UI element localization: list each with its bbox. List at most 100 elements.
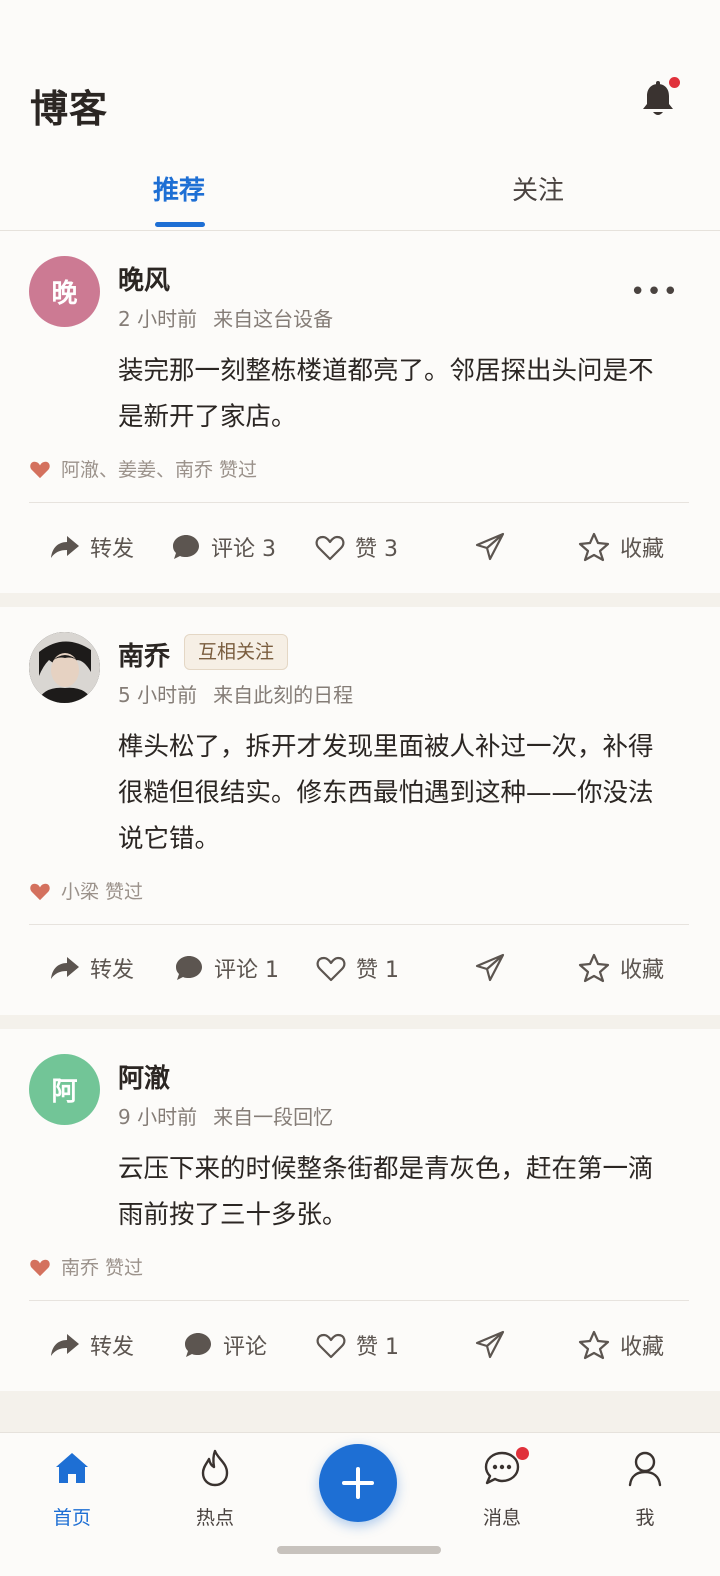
repost-button[interactable]: 转发 [50,527,134,567]
home-indicator[interactable] [277,1546,441,1554]
like-label: 赞 3 [355,537,398,562]
like-button[interactable]: 赞 1 [316,1325,399,1365]
post-content: 云压下来的时候整条街都是青灰色，赶在第一滴雨前按了三十多张。 [118,1154,654,1230]
author-name[interactable]: 晚风 [118,260,170,297]
nav-profile[interactable]: 我 [600,1447,690,1530]
star-outline-icon [578,953,610,983]
heart-outline-icon [316,1333,346,1359]
comment-bubble-icon [173,535,199,559]
favorite-button[interactable]: 收藏 [578,527,664,567]
share-button[interactable] [474,527,516,567]
nav-trending[interactable]: 热点 [170,1447,260,1530]
post-card[interactable]: 阿 阿澈 9 小时前 来自一段回忆 云压下来的时候整条街都是青灰色，赶在第一滴雨前… [0,1029,720,1391]
author-name[interactable]: 阿澈 [118,1058,170,1095]
user-icon [628,1451,662,1487]
post-time: 9 小时前 [118,1105,198,1129]
send-icon [475,1330,505,1359]
active-tab-indicator [155,222,205,227]
post-card[interactable]: 南乔 互相关注 5 小时前 来自此刻的日程 榫头松了，拆开才发现里面被人补过一次，… [0,607,720,1015]
comment-bubble-icon [176,956,202,980]
post-content: 装完那一刻整栋楼道都亮了。邻居探出头问是不是新开了家店。 [118,356,654,432]
favorite-label: 收藏 [620,537,665,562]
page-title: 博客 [30,87,109,131]
comment-label: 评论 3 [211,537,276,562]
more-options-icon[interactable]: ••• [630,277,679,307]
send-icon [475,953,505,982]
post-card[interactable]: 晚 晚风 2 小时前 来自这台设备 ••• 装完那一刻整栋楼道都亮了。邻居探出头问… [0,231,720,593]
profile-photo-icon [29,632,100,703]
avatar[interactable] [29,632,100,703]
divider [29,924,689,925]
post-time: 2 小时前 [118,307,198,331]
post-source: 来自一段回忆 [213,1105,334,1129]
messages-badge [515,1446,530,1461]
post-meta: 5 小时前 来自此刻的日程 [118,679,353,708]
liked-by-text: 小梁 赞过 [61,881,144,903]
tab-following[interactable]: 关注 [478,170,598,207]
mutual-follow-badge: 互相关注 [184,634,289,670]
nav-home[interactable]: 首页 [27,1447,117,1530]
like-button[interactable]: 赞 1 [316,948,399,988]
heart-filled-icon [30,883,50,900]
like-label: 赞 1 [356,1335,399,1360]
star-outline-icon [578,1330,610,1360]
repost-label: 转发 [90,958,135,983]
avatar[interactable]: 晚 [29,256,100,327]
repost-button[interactable]: 转发 [50,948,134,988]
liked-by-text: 阿澈、姜姜、南乔 赞过 [61,459,258,481]
nav-messages[interactable]: 消息 [457,1447,547,1530]
repost-arrow-icon [51,536,79,558]
favorite-label: 收藏 [620,958,665,983]
bottom-nav: 首页 热点 消息 我 [0,1432,720,1576]
post-content: 榫头松了，拆开才发现里面被人补过一次，补得很糙但很结实。修东西最怕遇到这种——你… [118,732,654,854]
divider [29,502,689,503]
repost-arrow-icon [51,957,79,979]
avatar[interactable]: 阿 [29,1054,100,1125]
divider [29,1300,689,1301]
heart-filled-icon [30,1259,50,1276]
nav-messages-label: 消息 [482,1507,521,1529]
plus-icon [342,1467,374,1499]
favorite-button[interactable]: 收藏 [578,948,664,988]
home-icon [56,1453,88,1483]
nav-home-label: 首页 [52,1507,91,1529]
liked-by: 南乔 赞过 [29,1253,143,1280]
post-meta: 9 小时前 来自一段回忆 [118,1101,333,1130]
heart-outline-icon [316,956,346,982]
app-header: 博客 推荐 关注 [0,0,720,231]
notification-badge [669,77,680,88]
star-outline-icon [578,532,610,562]
like-label: 赞 1 [356,958,399,983]
post-time: 5 小时前 [118,683,198,707]
comment-label: 评论 [223,1335,268,1360]
repost-label: 转发 [90,1335,135,1360]
share-button[interactable] [474,1325,516,1365]
like-button[interactable]: 赞 3 [315,527,398,567]
send-icon [475,532,505,561]
repost-label: 转发 [90,537,135,562]
nav-profile-label: 我 [635,1507,655,1529]
post-source: 来自这台设备 [213,307,334,331]
tab-recommended[interactable]: 推荐 [119,170,239,207]
comment-button[interactable]: 评论 1 [174,948,279,988]
liked-by-text: 南乔 赞过 [61,1257,144,1279]
favorite-label: 收藏 [620,1335,665,1360]
create-post-button[interactable] [319,1444,397,1522]
heart-outline-icon [315,535,345,561]
liked-by: 阿澈、姜姜、南乔 赞过 [29,455,257,482]
comment-bubble-icon [185,1333,211,1357]
favorite-button[interactable]: 收藏 [578,1325,664,1365]
comment-label: 评论 1 [214,958,279,983]
post-meta: 2 小时前 来自这台设备 [118,303,333,332]
share-button[interactable] [474,948,516,988]
repost-arrow-icon [51,1334,79,1356]
comment-button[interactable]: 评论 [183,1325,267,1365]
repost-button[interactable]: 转发 [50,1325,134,1365]
post-source: 来自此刻的日程 [213,683,354,707]
nav-trending-label: 热点 [195,1507,234,1529]
comment-button[interactable]: 评论 3 [171,527,276,567]
heart-filled-icon [30,461,50,478]
author-name[interactable]: 南乔 [118,636,170,673]
liked-by: 小梁 赞过 [29,877,143,904]
flame-icon [201,1449,229,1487]
